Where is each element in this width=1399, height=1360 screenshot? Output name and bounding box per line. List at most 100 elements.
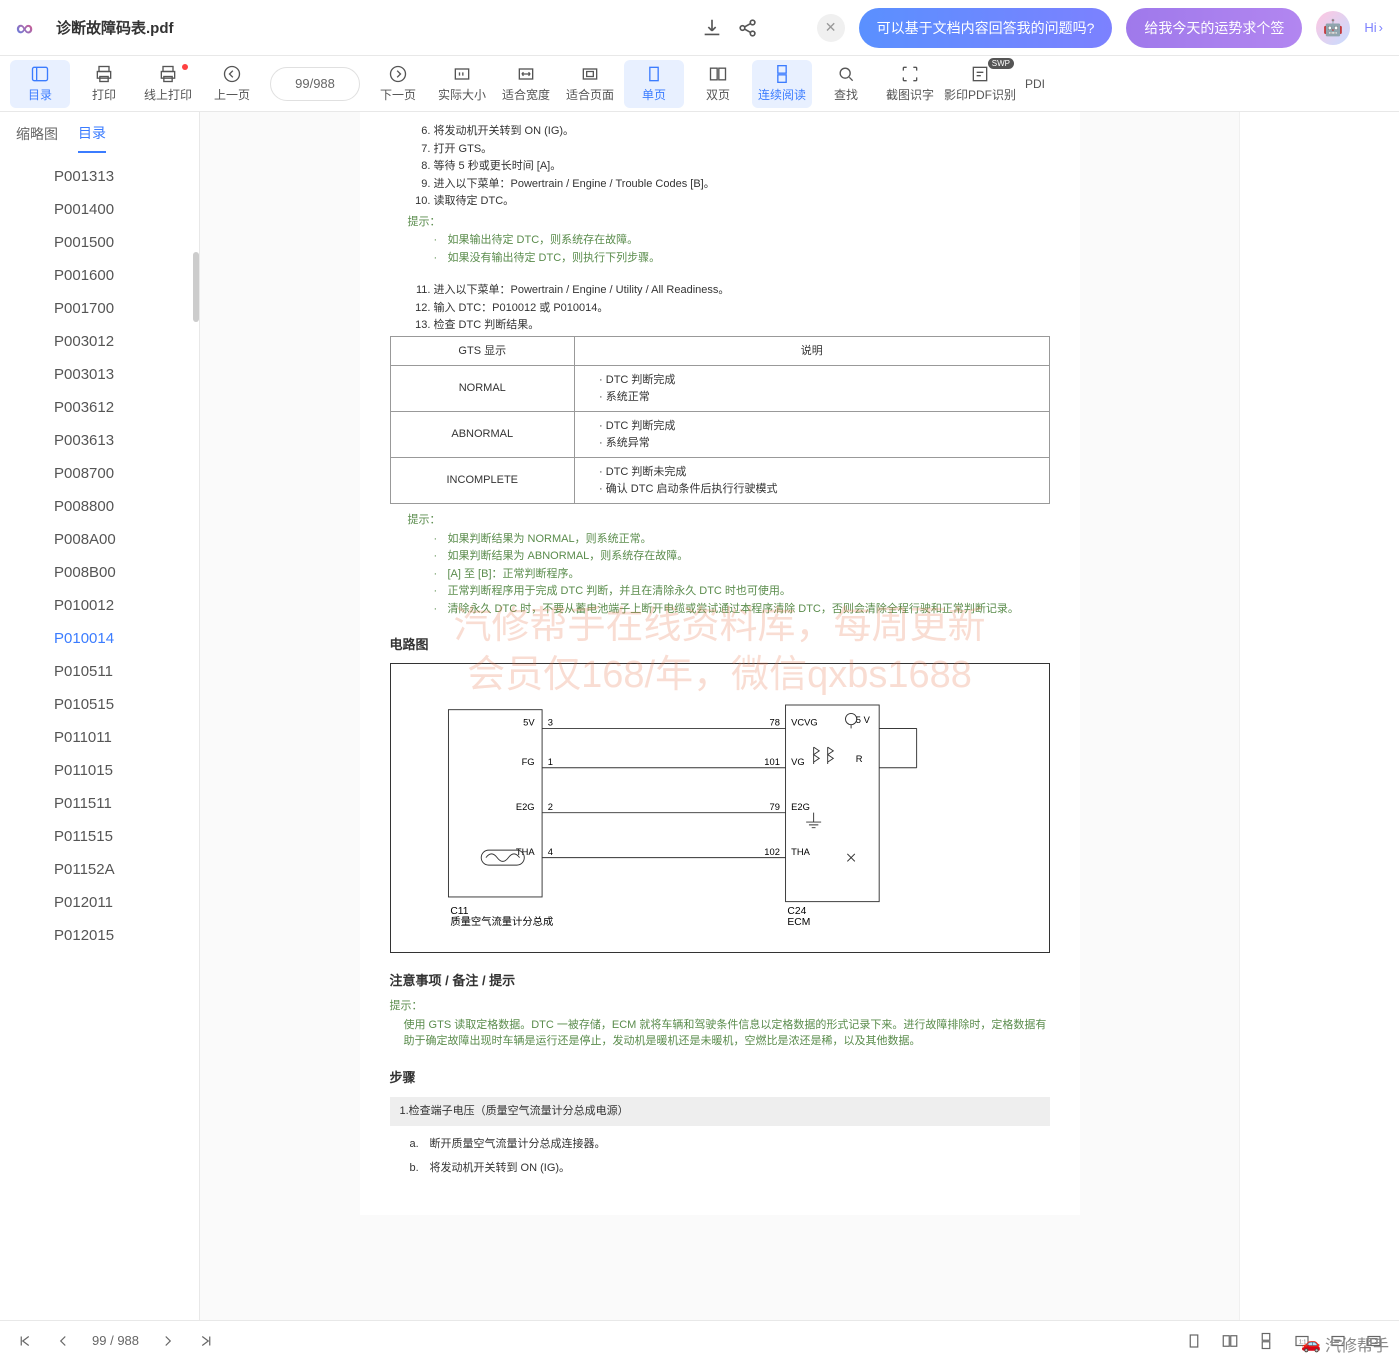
svg-text:质量空气流量计分总成: 质量空气流量计分总成 [450,915,553,928]
close-icon[interactable]: ✕ [817,14,845,42]
first-page-icon[interactable] [16,1332,34,1350]
pdf-ocr-button[interactable]: SWP 影印PDF识别 [944,60,1016,108]
view-double-icon[interactable] [1221,1332,1239,1350]
toc-item[interactable]: P008700 [0,457,199,490]
prev-page-icon[interactable] [54,1332,72,1350]
notes-hint-text: 使用 GTS 读取定格数据。DTC 一被存储，ECM 就将车辆和驾驶条件信息以定… [404,1017,1050,1050]
next-page-icon[interactable] [159,1332,177,1350]
svg-text:THA: THA [791,846,810,856]
toc-item[interactable]: P010014 [0,622,199,655]
list-item: 检查 DTC 判断结果。 [434,317,1050,334]
svg-text:E2G: E2G [791,801,810,811]
toc-item[interactable]: P003612 [0,391,199,424]
toc-item[interactable]: P011011 [0,721,199,754]
notes-hint-label: 提示： [390,998,1050,1015]
toc-item[interactable]: P010012 [0,589,199,622]
toc-item[interactable]: P008A00 [0,523,199,556]
toc-item[interactable]: P008800 [0,490,199,523]
toc-item[interactable]: P012015 [0,919,199,952]
view-single-icon[interactable] [1185,1332,1203,1350]
svg-text:79: 79 [769,801,779,811]
fit-width-button[interactable]: 适合宽度 [496,60,556,108]
download-icon[interactable] [701,17,723,39]
svg-text:101: 101 [764,756,780,766]
svg-text:R: R [855,754,862,764]
svg-text:C11: C11 [450,905,468,916]
footer-bar: 99 / 988 1:1 [0,1320,1399,1360]
svg-text:THA: THA [515,846,534,856]
pdf-page: 将发动机开关转到 ON (IG)。打开 GTS。等待 5 秒或更长时间 [A]。… [360,112,1080,1215]
section-heading-notes: 注意事项 / 备注 / 提示 [390,971,1050,991]
next-page-button[interactable]: 下一页 [368,60,428,108]
toc-item[interactable]: P011015 [0,754,199,787]
notification-dot-icon [182,64,188,70]
filename: 诊断故障码表.pdf [56,17,174,38]
toc-item[interactable]: P001700 [0,292,199,325]
screenshot-ocr-button[interactable]: 截图识字 [880,60,940,108]
toc-item[interactable]: P001600 [0,259,199,292]
hi-button[interactable]: Hi› [1364,20,1383,35]
pdf-more-button[interactable]: PDI [1020,60,1050,108]
toc-item[interactable]: P001400 [0,193,199,226]
continuous-button[interactable]: 连续阅读 [752,60,812,108]
online-print-button[interactable]: 线上打印 [138,60,198,108]
svg-text:5V: 5V [523,717,535,727]
svg-text:FG: FG [521,756,534,766]
table-row: INCOMPLETEDTC 判断未完成确认 DTC 启动条件后执行行驶模式 [390,458,1049,504]
last-page-icon[interactable] [197,1332,215,1350]
list-item: 进入以下菜单：Powertrain / Engine / Utility / A… [434,282,1050,299]
hint-label: 提示： [408,512,1050,529]
ai-suggestion-qa[interactable]: 可以基于文档内容回答我的问题吗? [859,8,1113,48]
svg-text:3: 3 [547,717,552,727]
svg-text:5 V: 5 V [855,714,870,724]
list-item: 等待 5 秒或更长时间 [A]。 [434,158,1050,175]
svg-text:102: 102 [764,846,780,856]
toc-item[interactable]: P003013 [0,358,199,391]
toc-item[interactable]: P003012 [0,325,199,358]
sidebar: 缩略图 目录 P001313P001400P001500P001600P0017… [0,112,200,1320]
hint-list-2: 如果判断结果为 NORMAL，则系统正常。如果判断结果为 ABNORMAL，则系… [438,531,1050,618]
actual-size-button[interactable]: 实际大小 [432,60,492,108]
hint-list: 如果输出待定 DTC，则系统存在故障。如果没有输出待定 DTC，则执行下列步骤。 [438,232,1050,266]
list-item: 输入 DTC：P010012 或 P010014。 [434,300,1050,317]
page-indicator[interactable]: 99 / 988 [270,67,360,101]
print-button[interactable]: 打印 [74,60,134,108]
tab-toc[interactable]: 目录 [78,115,106,153]
hint-item: 如果输出待定 DTC，则系统存在故障。 [438,232,1050,249]
fit-page-button[interactable]: 适合页面 [560,60,620,108]
hint-item: 正常判断程序用于完成 DTC 判断，并且在清除永久 DTC 时也可使用。 [438,583,1050,600]
single-page-button[interactable]: 单页 [624,60,684,108]
toc-item[interactable]: P012011 [0,886,199,919]
toc-button[interactable]: 目录 [10,60,70,108]
gts-table: GTS 显示 说明 NORMALDTC 判断完成系统正常ABNORMALDTC … [390,336,1050,505]
section-heading-steps: 步骤 [390,1068,1050,1088]
toc-item[interactable]: P011515 [0,820,199,853]
toc-item[interactable]: P001500 [0,226,199,259]
toc-list[interactable]: P001313P001400P001500P001600P001700P0030… [0,156,199,1320]
share-icon[interactable] [737,17,759,39]
table-row: ABNORMALDTC 判断完成系统异常 [390,412,1049,458]
document-view[interactable]: 将发动机开关转到 ON (IG)。打开 GTS。等待 5 秒或更长时间 [A]。… [200,112,1239,1320]
svg-text:ECM: ECM [787,917,810,928]
ai-avatar-icon[interactable]: 🤖 [1316,11,1350,45]
tab-thumbnails[interactable]: 缩略图 [16,116,58,152]
find-button[interactable]: 查找 [816,60,876,108]
toc-item[interactable]: P010511 [0,655,199,688]
scrollbar-thumb[interactable] [193,252,199,322]
svg-text:C24: C24 [787,905,806,916]
toc-item[interactable]: P011511 [0,787,199,820]
toc-item[interactable]: P003613 [0,424,199,457]
double-page-button[interactable]: 双页 [688,60,748,108]
step-b: b.将发动机开关转到 ON (IG)。 [410,1160,1050,1177]
svg-text:2: 2 [547,801,552,811]
toc-item[interactable]: P01152A [0,853,199,886]
hint-item: 清除永久 DTC 时，不要从蓄电池端子上断开电缆或尝试通过本程序清除 DTC，否… [438,601,1050,618]
toc-item[interactable]: P010515 [0,688,199,721]
toc-item[interactable]: P008B00 [0,556,199,589]
ai-suggestion-fortune[interactable]: 给我今天的运势求个签 [1126,8,1302,48]
toc-item[interactable]: P001313 [0,160,199,193]
table-row: NORMALDTC 判断完成系统正常 [390,366,1049,412]
view-continuous-icon[interactable] [1257,1332,1275,1350]
toolbar: 目录 打印 线上打印 上一页 99 / 988 下一页 实际大小 适合宽度 适合… [0,56,1399,112]
prev-page-button[interactable]: 上一页 [202,60,262,108]
